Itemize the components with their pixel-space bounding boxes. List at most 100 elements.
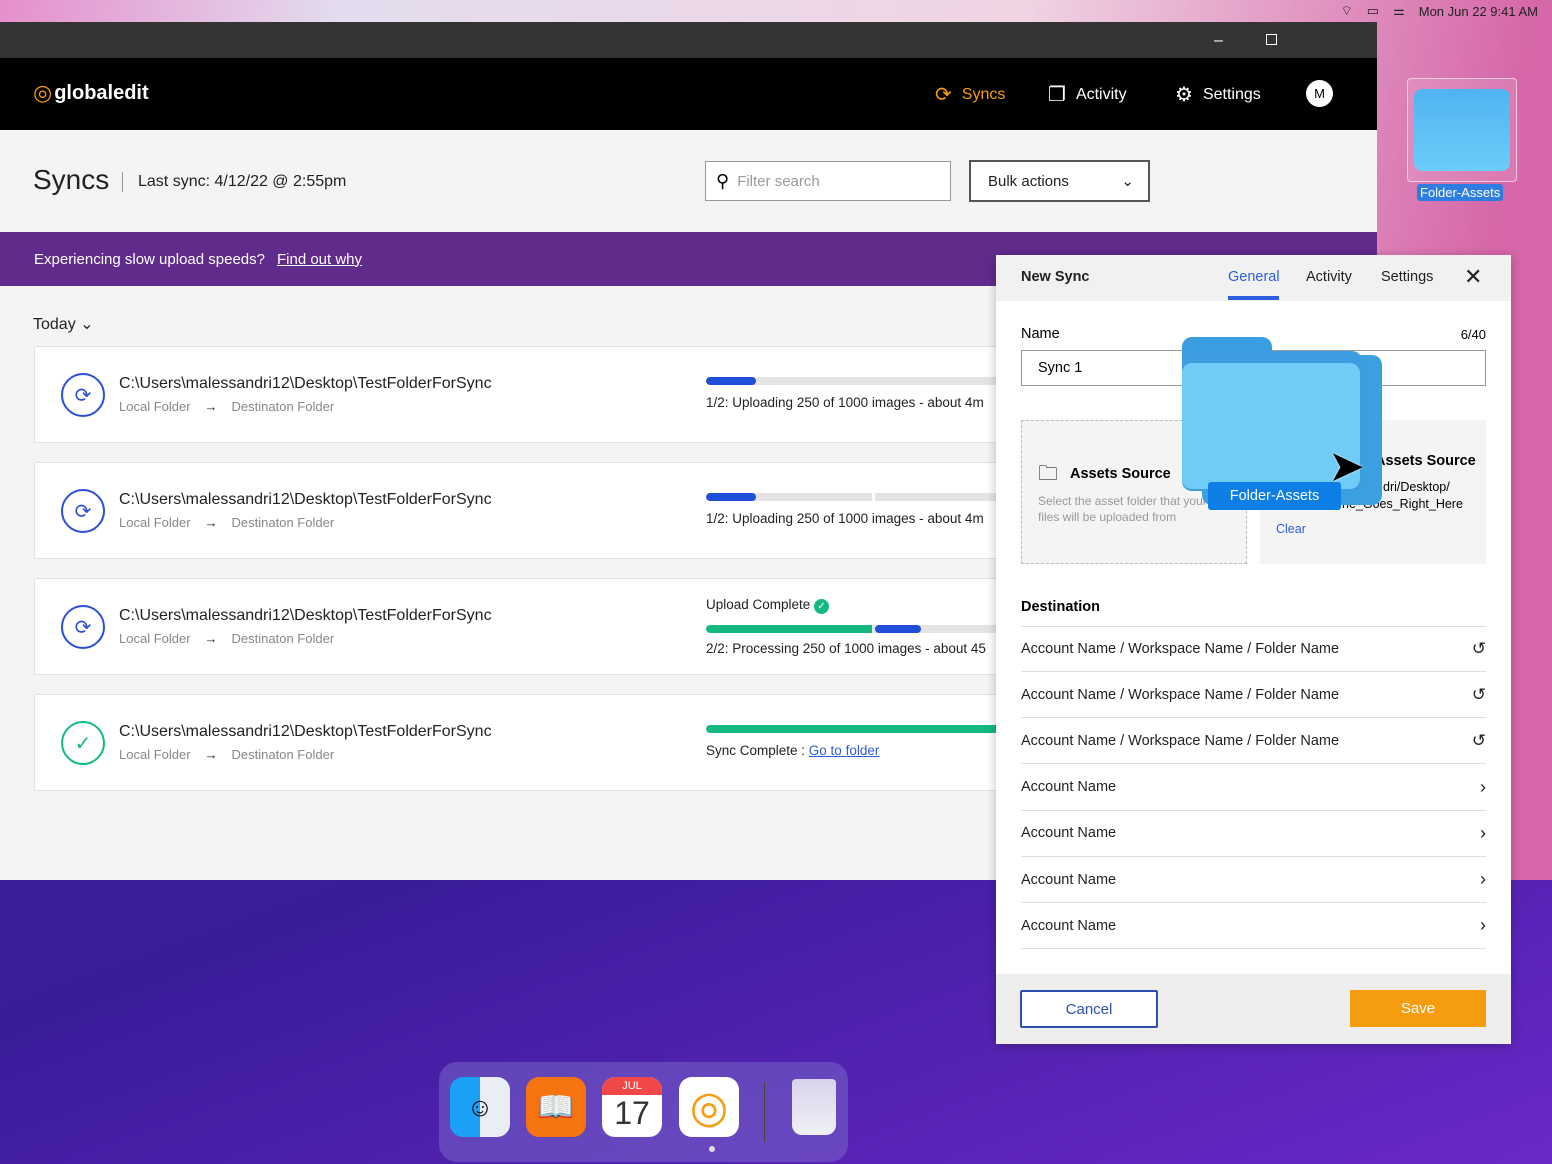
destination-item[interactable]: Account Name / Workspace Name / Folder N…	[1021, 718, 1486, 765]
upload-complete-label: Upload Complete ✓	[706, 597, 830, 614]
cancel-button[interactable]: Cancel	[1020, 990, 1158, 1028]
close-icon[interactable]: ✕	[1464, 264, 1482, 290]
menu-bar: ⌔ ▭ ⚌ Mon Jun 22 9:41 AM	[0, 0, 1552, 22]
nav-activity[interactable]: ❐ Activity	[1048, 82, 1127, 107]
calendar-icon[interactable]: JUL 17	[602, 1077, 662, 1137]
save-button[interactable]: Save	[1350, 990, 1486, 1027]
sync-card[interactable]: ⟳ C:\Users\malessandri12\Desktop\TestFol…	[34, 578, 1106, 675]
files-icon: ❐	[1048, 84, 1066, 106]
check-icon: ✓	[61, 721, 105, 765]
nav-settings[interactable]: ⚙ Settings	[1175, 82, 1261, 107]
desktop-folder[interactable]	[1407, 78, 1517, 182]
sync-path: C:\Users\malessandri12\Desktop\TestFolde…	[119, 491, 492, 508]
search-icon: ⚲	[716, 170, 730, 191]
sync-card[interactable]: ⟳ C:\Users\malessandri12\Desktop\TestFol…	[34, 462, 1106, 559]
tab-active-indicator	[1228, 296, 1279, 300]
sync-status: 1/2: Uploading 250 of 1000 images - abou…	[706, 511, 984, 526]
chevron-right-icon[interactable]: ›	[1480, 915, 1486, 936]
clear-link[interactable]: Clear	[1276, 522, 1306, 536]
destination-item[interactable]: Account Name ›	[1021, 811, 1486, 857]
dock-divider	[764, 1082, 765, 1142]
books-icon[interactable]: 📖	[526, 1077, 586, 1137]
destination-item[interactable]: Account Name / Workspace Name / Folder N…	[1021, 626, 1486, 672]
panel-title: New Sync	[1021, 269, 1090, 285]
history-icon[interactable]: ↺	[1472, 685, 1486, 705]
logo-icon: ◎	[33, 80, 53, 105]
top-nav: ◎ globaledit ⟳ Syncs ❐ Activity ⚙ Settings M	[0, 58, 1377, 130]
name-char-count: 6/40	[1460, 327, 1486, 342]
history-icon[interactable]: ↺	[1472, 639, 1486, 659]
search-input[interactable]: ⚲ Filter search	[705, 161, 951, 201]
upload-progress-fill	[706, 493, 756, 501]
destination-item[interactable]: Account Name ›	[1021, 903, 1486, 950]
tab-general[interactable]: General	[1228, 269, 1280, 285]
processing-progress-fill	[875, 625, 922, 633]
finder-icon[interactable]: ☺	[450, 1077, 510, 1137]
sync-card[interactable]: ⟳ C:\Users\malessandri12\Desktop\TestFol…	[34, 346, 1106, 443]
clock[interactable]: Mon Jun 22 9:41 AM	[1419, 4, 1538, 19]
sync-route: Local Folder → Destinaton Folder	[119, 515, 335, 530]
sync-route: Local Folder → Destinaton Folder	[119, 399, 335, 414]
desktop-folder-label: Folder-Assets	[1417, 184, 1504, 201]
tab-activity[interactable]: Activity	[1306, 269, 1352, 285]
trash-icon[interactable]	[784, 1077, 844, 1137]
chevron-right-icon[interactable]: ›	[1480, 777, 1486, 798]
sync-icon: ⟳	[61, 373, 105, 417]
logo[interactable]: ◎ globaledit	[33, 80, 149, 106]
wifi-icon[interactable]: ⌔	[1341, 3, 1353, 19]
chevron-right-icon[interactable]: ›	[1480, 823, 1486, 844]
control-center-icon[interactable]: ⚌	[1393, 3, 1405, 19]
tab-settings[interactable]: Settings	[1381, 269, 1433, 285]
dragged-folder-label: Folder-Assets	[1208, 482, 1341, 510]
arrow-right-icon: →	[204, 515, 218, 530]
destination-item[interactable]: Account Name / Workspace Name / Folder N…	[1021, 672, 1486, 719]
dock: ☺ 📖 JUL 17 ◎	[439, 1062, 848, 1162]
arrow-right-icon: →	[204, 399, 218, 414]
folder-icon	[1414, 89, 1510, 171]
title-bar: –	[0, 22, 1377, 58]
gear-icon: ⚙	[1175, 84, 1193, 106]
arrow-right-icon: →	[204, 747, 218, 762]
sync-icon: ⟳	[935, 84, 952, 106]
sync-path: C:\Users\malessandri12\Desktop\TestFolde…	[119, 723, 492, 740]
name-label: Name	[1021, 326, 1060, 342]
running-indicator	[709, 1146, 715, 1152]
folder-icon: 🗀	[1038, 463, 1058, 485]
sync-route: Local Folder → Destinaton Folder	[119, 747, 335, 762]
sync-path: C:\Users\malessandri12\Desktop\TestFolde…	[119, 607, 492, 624]
sync-icon: ⟳	[61, 605, 105, 649]
minimize-button[interactable]: –	[1214, 32, 1223, 50]
upload-progress-fill	[706, 625, 872, 633]
chevron-down-icon: ⌄	[80, 316, 94, 333]
bulk-actions-dropdown[interactable]: Bulk actions ⌄	[969, 160, 1150, 202]
chevron-right-icon[interactable]: ›	[1480, 869, 1486, 890]
panel-header: New Sync General Activity Settings ✕	[996, 255, 1511, 301]
sync-path: C:\Users\malessandri12\Desktop\TestFolde…	[119, 375, 492, 392]
go-to-folder-link[interactable]: Go to folder	[809, 743, 880, 758]
globaledit-app-icon[interactable]: ◎	[679, 1077, 739, 1137]
battery-icon[interactable]: ▭	[1367, 3, 1379, 19]
sync-card[interactable]: ✓ C:\Users\malessandri12\Desktop\TestFol…	[34, 694, 1106, 791]
arrow-right-icon: →	[204, 631, 218, 646]
page-header: Syncs Last sync: 4/12/22 @ 2:55pm ⚲ Filt…	[0, 130, 1377, 232]
divider	[122, 172, 123, 192]
sync-status: Sync Complete : Go to folder	[706, 743, 880, 758]
maximize-button[interactable]	[1266, 34, 1277, 45]
sync-route: Local Folder → Destinaton Folder	[119, 631, 335, 646]
page-title: Syncs	[33, 164, 110, 195]
avatar[interactable]: M	[1306, 80, 1333, 107]
history-icon[interactable]: ↺	[1472, 731, 1486, 751]
destination-item[interactable]: Account Name ›	[1021, 765, 1486, 811]
bar-separator	[872, 493, 875, 501]
panel-footer: Cancel Save	[996, 974, 1511, 1044]
destination-item[interactable]: Account Name ›	[1021, 857, 1486, 903]
sync-status: 1/2: Uploading 250 of 1000 images - abou…	[706, 395, 984, 410]
date-filter[interactable]: Today ⌄	[33, 314, 94, 334]
sync-icon: ⟳	[61, 489, 105, 533]
find-out-why-link[interactable]: Find out why	[277, 251, 362, 268]
check-circle-icon: ✓	[814, 599, 830, 614]
nav-syncs[interactable]: ⟳ Syncs	[935, 82, 1005, 107]
last-sync: Last sync: 4/12/22 @ 2:55pm	[138, 173, 347, 190]
destination-label: Destination	[1021, 599, 1100, 615]
sync-status: 2/2: Processing 250 of 1000 images - abo…	[706, 641, 986, 656]
